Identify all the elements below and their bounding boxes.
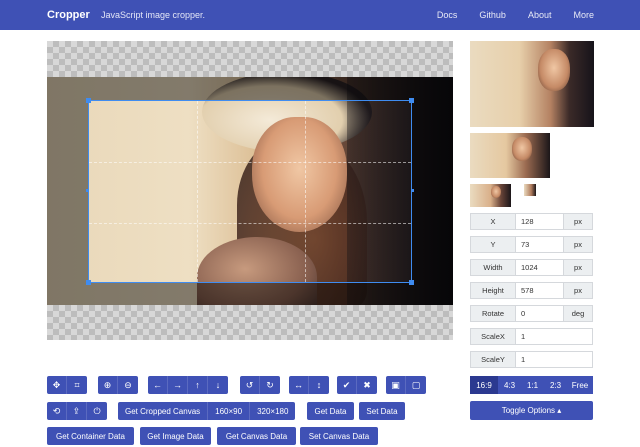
- get-canvas-data-button[interactable]: Get Canvas Data: [217, 427, 296, 445]
- arrow-up-icon[interactable]: ↑: [188, 376, 208, 394]
- field-unit: px: [564, 259, 593, 276]
- ratio-4-3[interactable]: 4:3: [498, 376, 521, 394]
- preview-xsmall: [524, 184, 536, 196]
- lock-group: ▣ ▢: [386, 376, 426, 394]
- field-unit: px: [564, 236, 593, 253]
- x-input[interactable]: 128: [516, 213, 564, 230]
- get-data-button[interactable]: Get Data: [307, 402, 354, 420]
- nav-link-docs[interactable]: Docs: [437, 10, 458, 20]
- arrow-left-icon[interactable]: ←: [148, 376, 168, 394]
- check-icon[interactable]: ✔: [337, 376, 357, 394]
- arrow-down-icon[interactable]: ↓: [208, 376, 228, 394]
- crop-mask: [47, 77, 453, 100]
- rotate-right-icon[interactable]: ↻: [260, 376, 280, 394]
- set-data-button[interactable]: Set Data: [359, 402, 405, 420]
- power-icon[interactable]: ⏻: [87, 402, 107, 420]
- field-y: Y 73 px: [470, 236, 593, 253]
- y-input[interactable]: 73: [516, 236, 564, 253]
- move-crop-group: ✥ ⌗: [47, 376, 87, 394]
- field-height: Height 578 px: [470, 282, 593, 299]
- field-x: X 128 px: [470, 213, 593, 230]
- field-scalex: ScaleX 1: [470, 328, 593, 345]
- scalex-input[interactable]: 1: [516, 328, 593, 345]
- field-unit: px: [564, 282, 593, 299]
- field-label: Height: [470, 282, 516, 299]
- field-label: Rotate: [470, 305, 516, 322]
- field-label: X: [470, 213, 516, 230]
- ratio-free[interactable]: Free: [567, 376, 593, 394]
- nav-link-about[interactable]: About: [528, 10, 552, 20]
- nav-links: Docs Github About More: [415, 10, 594, 20]
- preview-medium: [470, 133, 550, 178]
- cropper-canvas[interactable]: [47, 41, 453, 340]
- width-input[interactable]: 1024: [516, 259, 564, 276]
- toggle-options-button[interactable]: Toggle Options ▴: [470, 401, 593, 420]
- flip-vertical-icon[interactable]: ↕: [309, 376, 329, 394]
- flip-horizontal-icon[interactable]: ↔: [289, 376, 309, 394]
- field-label: ScaleY: [470, 351, 516, 368]
- preview-small: [470, 184, 511, 207]
- crop-handle-nw[interactable]: [86, 98, 91, 103]
- flip-group: ↔ ↕: [289, 376, 329, 394]
- tagline: JavaScript image cropper.: [101, 10, 206, 20]
- zoom-out-icon[interactable]: ⊖: [118, 376, 138, 394]
- get-cropped-canvas-button[interactable]: Get Cropped Canvas: [118, 402, 209, 420]
- get-image-data-button[interactable]: Get Image Data: [140, 427, 211, 445]
- aspect-ratio-group: 16:9 4:3 1:1 2:3 Free: [470, 376, 593, 394]
- set-canvas-data-button[interactable]: Set Canvas Data: [300, 427, 378, 445]
- upload-icon[interactable]: ⇪: [67, 402, 87, 420]
- ratio-2-3[interactable]: 2:3: [544, 376, 567, 394]
- field-unit: deg: [564, 305, 593, 322]
- size-320-button[interactable]: 320×180: [250, 402, 295, 420]
- crop-handle-se[interactable]: [409, 280, 414, 285]
- reset-group: ⟲ ⇪ ⏻: [47, 402, 107, 420]
- field-label: Y: [470, 236, 516, 253]
- preview-large: [470, 41, 594, 127]
- crop-mask: [47, 100, 88, 283]
- field-unit: px: [564, 213, 593, 230]
- crop-handle-w[interactable]: [86, 189, 89, 192]
- nav-link-more[interactable]: More: [573, 10, 594, 20]
- close-icon[interactable]: ✖: [357, 376, 377, 394]
- zoom-group: ⊕ ⊖: [98, 376, 138, 394]
- rotate-left-icon[interactable]: ↺: [240, 376, 260, 394]
- unlock-icon[interactable]: ▢: [406, 376, 426, 394]
- crop-mask: [47, 283, 453, 305]
- field-label: ScaleX: [470, 328, 516, 345]
- scaley-input[interactable]: 1: [516, 351, 593, 368]
- field-label: Width: [470, 259, 516, 276]
- rotate-group: ↺ ↻: [240, 376, 280, 394]
- nav-link-github[interactable]: Github: [479, 10, 506, 20]
- brand-title[interactable]: Cropper: [47, 9, 90, 21]
- crop-box[interactable]: [86, 98, 414, 285]
- crop-handle-ne[interactable]: [409, 98, 414, 103]
- crop-handle-sw[interactable]: [86, 280, 91, 285]
- size-160-button[interactable]: 160×90: [208, 402, 251, 420]
- height-input[interactable]: 578: [516, 282, 564, 299]
- zoom-in-icon[interactable]: ⊕: [98, 376, 118, 394]
- crop-confirm-group: ✔ ✖: [337, 376, 377, 394]
- arrow-group: ← → ↑ ↓: [148, 376, 228, 394]
- field-scaley: ScaleY 1: [470, 351, 593, 368]
- lock-icon[interactable]: ▣: [386, 376, 406, 394]
- ratio-1-1[interactable]: 1:1: [521, 376, 544, 394]
- navbar: Cropper JavaScript image cropper. Docs G…: [0, 0, 640, 30]
- cropped-canvas-group: Get Cropped Canvas 160×90 320×180: [118, 402, 296, 420]
- crop-mask: [412, 100, 453, 283]
- crop-icon[interactable]: ⌗: [67, 376, 87, 394]
- ratio-16-9[interactable]: 16:9: [470, 376, 498, 394]
- get-container-data-button[interactable]: Get Container Data: [47, 427, 134, 445]
- reset-icon[interactable]: ⟲: [47, 402, 67, 420]
- field-rotate: Rotate 0 deg: [470, 305, 593, 322]
- move-icon[interactable]: ✥: [47, 376, 67, 394]
- field-width: Width 1024 px: [470, 259, 593, 276]
- arrow-right-icon[interactable]: →: [168, 376, 188, 394]
- rotate-input[interactable]: 0: [516, 305, 564, 322]
- crop-handle-e[interactable]: [411, 189, 414, 192]
